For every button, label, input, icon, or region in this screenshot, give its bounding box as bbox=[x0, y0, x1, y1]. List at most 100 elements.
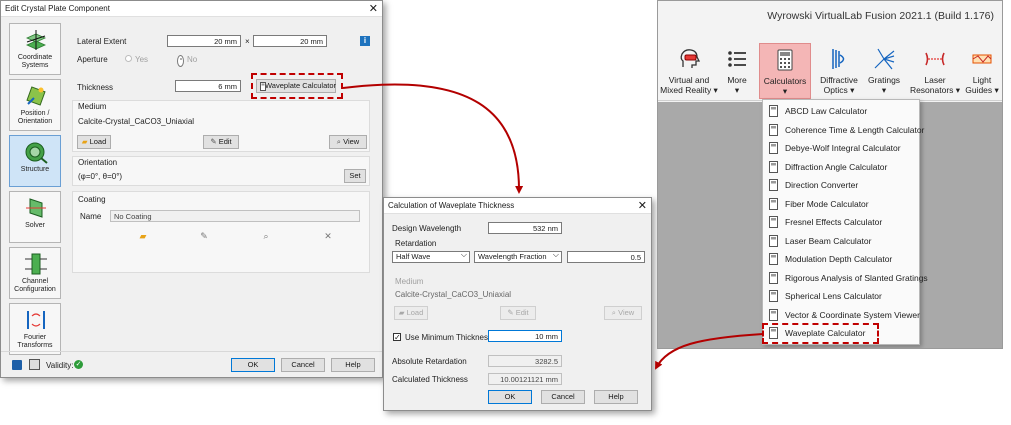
ribbon-diffractive-optics[interactable]: Diffractive Optics ▾ bbox=[815, 43, 863, 99]
coating-edit-icon[interactable]: ✎ bbox=[198, 230, 210, 242]
waveplate-cancel-button[interactable]: Cancel bbox=[541, 390, 585, 404]
waveplate-medium-name: Calcite-Crystal_CaCO3_Uniaxial bbox=[395, 290, 512, 299]
wave-type-select[interactable]: Half Wave bbox=[392, 250, 470, 263]
calculator-icon bbox=[769, 160, 778, 173]
coating-view-icon[interactable]: ⌕ bbox=[260, 230, 272, 242]
ribbon-toolbar: Virtual and Mixed Reality ▾ More ▾ Calcula… bbox=[658, 41, 1002, 101]
ribbon-light-guides[interactable]: Light Guides ▾ bbox=[964, 43, 1000, 99]
coating-name-input[interactable]: No Coating bbox=[110, 210, 360, 222]
ribbon-laser-resonators[interactable]: Laser Resonators ▾ bbox=[907, 43, 963, 99]
snapshot-icon[interactable] bbox=[29, 359, 40, 370]
retardation-header: Retardation bbox=[395, 239, 437, 248]
coating-group: Coating Name No Coating ▰ ✎ ⌕ ✕ bbox=[72, 191, 370, 273]
calculator-icon bbox=[769, 123, 778, 136]
fourier-transforms-icon bbox=[27, 311, 45, 329]
thickness-input[interactable]: 6 mm bbox=[175, 80, 241, 92]
folder-icon: ▰ bbox=[81, 137, 88, 146]
crystal-cancel-button[interactable]: Cancel bbox=[281, 358, 325, 372]
calculator-icon bbox=[777, 49, 793, 71]
calculators-dropdown-menu: ABCD Law Calculator Coherence Time & Len… bbox=[762, 99, 928, 345]
sidebar-item-coordinate-systems[interactable]: Coordinate Systems bbox=[9, 23, 61, 75]
ribbon-calculators[interactable]: Calculators ▾ bbox=[759, 43, 811, 99]
medium-header: Medium bbox=[78, 102, 107, 111]
waveplate-load-button[interactable]: ▰ Load bbox=[394, 306, 428, 320]
structure-icon bbox=[25, 142, 48, 164]
ribbon-more[interactable]: More ▾ bbox=[720, 43, 754, 99]
menu-item-modulation-depth[interactable]: Modulation Depth Calculator bbox=[763, 250, 919, 268]
coating-load-icon[interactable]: ▰ bbox=[137, 230, 149, 242]
menu-item-fresnel-effects[interactable]: Fresnel Effects Calculator bbox=[763, 213, 919, 231]
medium-group: Medium Calcite-Crystal_CaCO3_Uniaxial ▰ … bbox=[72, 100, 370, 152]
sidebar-item-fourier-transforms[interactable]: Fourier Transforms bbox=[9, 303, 61, 355]
menu-item-slanted-gratings[interactable]: Rigorous Analysis of Slanted Gratings bbox=[763, 269, 928, 287]
menu-item-diffraction-angle[interactable]: Diffraction Angle Calculator bbox=[763, 158, 919, 176]
crystal-help-button[interactable]: Help bbox=[331, 358, 375, 372]
design-wavelength-input[interactable]: 532 nm bbox=[488, 222, 562, 234]
validity-check-icon: ✓ bbox=[74, 360, 83, 369]
orientation-value: (φ=0°, θ=0°) bbox=[78, 172, 123, 181]
pencil-icon: ✎ bbox=[507, 308, 514, 317]
menu-item-abcd-law[interactable]: ABCD Law Calculator bbox=[763, 102, 919, 120]
save-icon[interactable] bbox=[12, 360, 22, 370]
edit-crystal-plate-dialog: Edit Crystal Plate Component ✕ Coordinat… bbox=[0, 0, 383, 378]
waveplate-view-button[interactable]: ⌕ View bbox=[604, 306, 642, 320]
coating-remove-icon[interactable]: ✕ bbox=[322, 230, 334, 242]
ribbon-virtual-mixed-reality[interactable]: Virtual and Mixed Reality ▾ bbox=[660, 43, 718, 99]
absolute-retardation-value: 3282.5 bbox=[488, 355, 562, 367]
lateral-extent-y-input[interactable]: 20 mm bbox=[253, 35, 327, 47]
waveplate-help-button[interactable]: Help bbox=[594, 390, 638, 404]
calculated-thickness-value: 10.00121121 mm bbox=[488, 373, 562, 385]
coating-header: Coating bbox=[78, 195, 106, 204]
waveplate-ok-button[interactable]: OK bbox=[488, 390, 532, 404]
laser-resonators-icon bbox=[925, 52, 945, 66]
orientation-header: Orientation bbox=[78, 158, 118, 167]
app-title: Wyrowski VirtualLab Fusion 2021.1 (Build… bbox=[767, 10, 994, 22]
coating-name-label: Name bbox=[80, 212, 102, 221]
menu-item-spherical-lens[interactable]: Spherical Lens Calculator bbox=[763, 287, 919, 305]
calculator-icon bbox=[769, 234, 778, 247]
design-wavelength-label: Design Wavelength bbox=[392, 224, 462, 233]
sidebar-item-structure[interactable]: Structure bbox=[9, 135, 61, 187]
menu-item-coherence-time[interactable]: Coherence Time & Length Calculator bbox=[763, 121, 924, 139]
fraction-value-input[interactable]: 0.5 bbox=[567, 251, 645, 263]
thickness-label: Thickness bbox=[77, 83, 114, 92]
sidebar-item-solver[interactable]: Solver bbox=[9, 191, 61, 243]
menu-item-direction-converter[interactable]: Direction Converter bbox=[763, 176, 919, 194]
close-icon[interactable]: ✕ bbox=[369, 2, 378, 15]
crystal-ok-button[interactable]: OK bbox=[231, 358, 275, 372]
use-min-thickness-checkbox[interactable]: ✓ bbox=[393, 333, 401, 342]
ribbon-partial-item[interactable]: S bbox=[999, 43, 1002, 99]
menu-item-vector-coordinate-viewer[interactable]: Vector & Coordinate System Viewer bbox=[763, 306, 920, 324]
medium-view-button[interactable]: ⌕ View bbox=[329, 135, 367, 149]
menu-item-fiber-mode[interactable]: Fiber Mode Calculator bbox=[763, 195, 919, 213]
sidebar-item-position-orientation[interactable]: Position / Orientation bbox=[9, 79, 61, 131]
menu-item-laser-beam[interactable]: Laser Beam Calculator bbox=[763, 232, 919, 250]
medium-load-button[interactable]: ▰ Load bbox=[77, 135, 111, 149]
aperture-yes-radio[interactable] bbox=[125, 55, 132, 62]
lateral-extent-x-input[interactable]: 20 mm bbox=[167, 35, 241, 47]
fraction-mode-select[interactable]: Wavelength Fraction bbox=[474, 250, 562, 263]
footer-separator bbox=[1, 351, 382, 352]
calculator-icon bbox=[769, 216, 778, 228]
calculator-icon bbox=[769, 197, 778, 210]
orientation-set-button[interactable]: Set bbox=[344, 169, 366, 183]
aperture-label: Aperture bbox=[77, 55, 108, 64]
waveplate-close-icon[interactable]: ✕ bbox=[638, 199, 647, 212]
sidebar-item-channel-configuration[interactable]: Channel Configuration bbox=[9, 247, 61, 299]
virtuallab-app-window: Wyrowski VirtualLab Fusion 2021.1 (Build… bbox=[657, 0, 1003, 349]
calculator-icon bbox=[769, 308, 778, 321]
calculator-icon bbox=[769, 105, 778, 117]
dialog-titlebar: Edit Crystal Plate Component ✕ bbox=[1, 1, 382, 17]
min-thickness-input[interactable]: 10 mm bbox=[488, 330, 562, 342]
medium-name: Calcite-Crystal_CaCO3_Uniaxial bbox=[78, 117, 195, 126]
medium-edit-button[interactable]: ✎ Edit bbox=[203, 135, 239, 149]
ribbon-gratings[interactable]: Gratings ▾ bbox=[863, 43, 905, 99]
head-vr-icon bbox=[680, 49, 701, 68]
aperture-no-radio[interactable] bbox=[177, 55, 184, 67]
menu-item-debye-wolf[interactable]: Debye-Wolf Integral Calculator bbox=[763, 139, 919, 157]
info-icon[interactable]: i bbox=[360, 36, 370, 46]
pencil-icon: ✎ bbox=[210, 137, 217, 146]
waveplate-edit-button[interactable]: ✎ Edit bbox=[500, 306, 536, 320]
orientation-group: Orientation (φ=0°, θ=0°) Set bbox=[72, 156, 370, 186]
magnifier-icon: ⌕ bbox=[611, 308, 616, 317]
